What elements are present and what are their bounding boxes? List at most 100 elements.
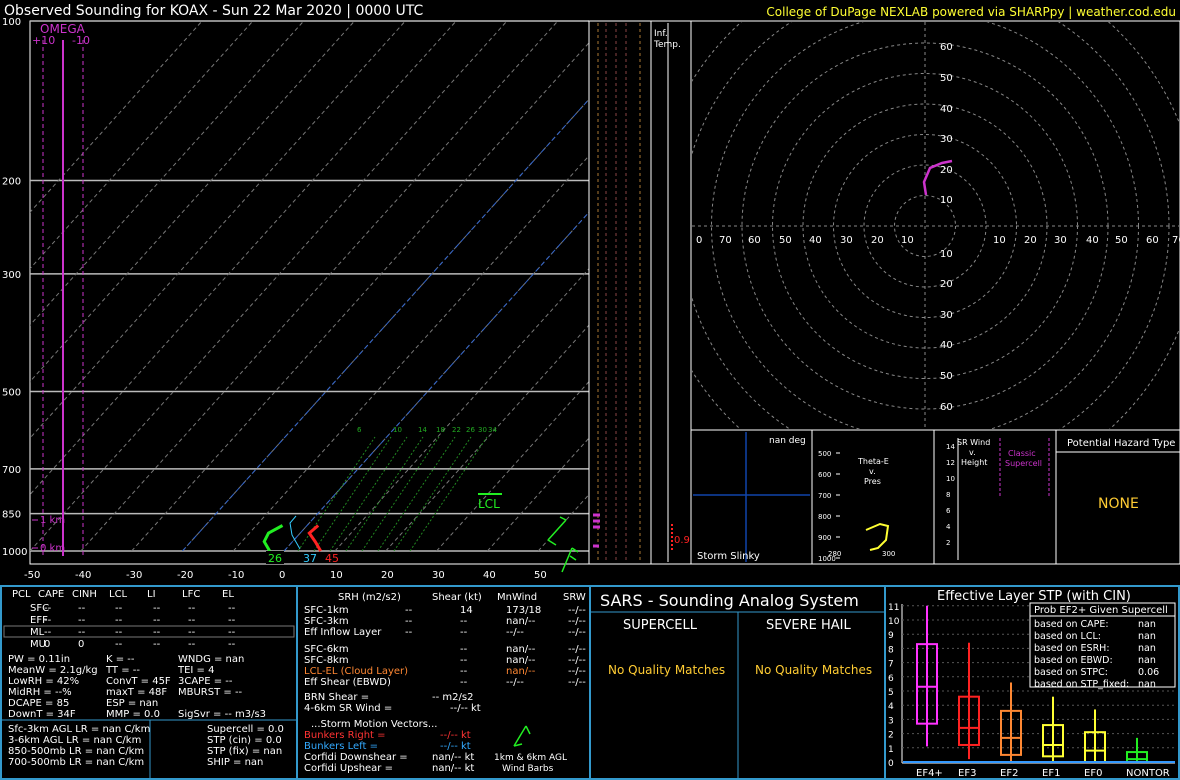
temp-tick: 30	[432, 570, 445, 581]
temp-tick: 0	[279, 570, 285, 581]
kin-header: SRH (m2/s2)	[338, 592, 401, 603]
kin-shear: --	[460, 627, 468, 638]
pressure-tick: 500	[2, 387, 21, 398]
temp-tick: -30	[126, 570, 142, 581]
stp-ytick: 7	[888, 660, 894, 670]
hodo-ring-label: 50	[940, 371, 953, 382]
lapse-param: STP (cin) = 0.0	[207, 735, 282, 746]
parcel-cell: --	[153, 627, 161, 638]
sars-hail: SEVERE HAIL	[766, 618, 851, 633]
thetae-tick: 800	[818, 513, 831, 521]
km0-label: 0 km	[40, 543, 65, 554]
mixing-ratio-line	[345, 436, 424, 551]
prob-label: based on CAPE:	[1034, 619, 1109, 630]
parcel-header: CINH	[72, 589, 97, 600]
srw-tick: 12	[946, 459, 955, 467]
kin-text: --/-- kt	[440, 730, 471, 741]
kin-srh: --	[405, 605, 413, 616]
stp-category: EF1	[1042, 768, 1060, 779]
srw-tick: 2	[946, 539, 950, 547]
hodo-ring-label: 20	[940, 279, 953, 290]
hazard-title: Potential Hazard Type	[1067, 438, 1175, 449]
prob-label: based on STPC:	[1034, 667, 1108, 678]
hodo-x-label: 60	[748, 235, 761, 246]
kin-mnwind: 173/18	[506, 605, 542, 616]
hodo-ring-label: 10	[940, 249, 953, 260]
hodo-ring-label: 20	[940, 165, 953, 176]
mixing-ratio-label: 30	[478, 426, 487, 434]
thetae-tick: 600	[818, 471, 831, 479]
hodo-ring-label: 40	[940, 340, 953, 351]
kin-layer: Eff Shear (EBWD)	[304, 677, 391, 688]
index-item: maxT = 48F	[106, 687, 168, 698]
stp-category: EF3	[958, 768, 976, 779]
mixing-ratio-label: 18	[436, 426, 445, 434]
freezing-isotherm	[283, 211, 589, 551]
skewt-frame	[29, 20, 590, 565]
mixing-ratio-label: 26	[466, 426, 475, 434]
wetbulb-profile	[289, 515, 301, 550]
sars-supercell: SUPERCELL	[623, 618, 698, 633]
kin-layer: SFC-3km	[304, 616, 349, 627]
hodo-x-label: 20	[871, 235, 884, 246]
pressure-tick: 200	[2, 177, 21, 188]
kin-shear: --	[460, 644, 468, 655]
kin-text: Corfidi Downshear =	[304, 752, 408, 763]
parcel-cell: --	[188, 639, 196, 650]
prob-rows: based on CAPE: nan based on LCL: nan based o…	[1034, 619, 1159, 690]
mixing-ratio-label: 22	[452, 426, 461, 434]
parcel-cell: --	[153, 603, 161, 614]
parcel-cell: --	[188, 615, 196, 626]
stp-ytick: 8	[888, 645, 894, 655]
dewpoint-profile	[262, 524, 284, 552]
hodo-ring-label: 30	[940, 310, 953, 321]
parcel-cell: --	[115, 639, 123, 650]
stp-category: EF0	[1084, 768, 1102, 779]
kin-shear: --	[460, 677, 468, 688]
skewt-labels: 10020030050070085010006 10 14 18 22 26 30 34-50…	[2, 17, 547, 581]
lapse-param: SHIP = nan	[207, 757, 264, 768]
stp-ytick: 6	[888, 674, 894, 684]
kin-text: --/-- kt	[440, 741, 471, 752]
stp-category: NONTOR	[1126, 768, 1170, 779]
sfc-temp-label: 45	[325, 552, 339, 565]
temp-tick: -40	[75, 570, 91, 581]
mixing-ratio-line	[329, 436, 408, 551]
prob-value: 0.06	[1138, 667, 1159, 678]
srw-tick: 10	[946, 475, 955, 483]
sfc-wetbulb-label: 37	[303, 552, 317, 565]
prob-label: based on EBWD:	[1034, 655, 1113, 666]
hazard-value: NONE	[1098, 496, 1139, 512]
temp-tick: -50	[24, 570, 40, 581]
parcel-cell: --	[228, 603, 236, 614]
index-item: ESP = nan	[106, 698, 159, 709]
index-item: WNDG = nan	[178, 654, 245, 665]
kin-shear: --	[460, 616, 468, 627]
isotherm	[30, 21, 355, 383]
kin-barbs-title: 1km & 6km AGL	[494, 753, 567, 763]
kin-mnwind: nan/--	[506, 644, 536, 655]
hodo-x-label: 50	[1115, 235, 1128, 246]
kin-text: Bunkers Right =	[304, 730, 386, 741]
srw-tick: 8	[946, 491, 950, 499]
isotherm	[436, 380, 589, 551]
index-item: MMP = 0.0	[106, 709, 160, 720]
kin-srw: --/--	[568, 627, 586, 638]
sounding-display: 10020030050070085010006 10 14 18 22 26 30 34-50…	[0, 17, 1180, 780]
temp-tick: 20	[381, 570, 394, 581]
thetae-title-1: Theta-E	[857, 457, 889, 466]
lapse-item: 3-6km AGL LR = nan C/km	[8, 735, 142, 746]
srwind-panel: 14 12 10 8 6 4 2	[946, 438, 959, 560]
kin-layer: Eff Inflow Layer	[304, 627, 382, 638]
kin-layer: SFC-8km	[304, 655, 349, 666]
srw-title-3: Height	[961, 458, 987, 467]
index-item: DCAPE = 85	[8, 698, 70, 709]
srw-tick: 14	[946, 443, 955, 451]
omega-minus-label: -10	[72, 34, 90, 47]
lapse-param: Supercell = 0.0	[207, 724, 284, 735]
mixing-ratio-label: 14	[418, 426, 427, 434]
inf-temp-lines	[593, 23, 673, 562]
lapse-item: 850-500mb LR = nan C/km	[8, 746, 145, 757]
parcel-cell: --	[188, 627, 196, 638]
prob-label: based on ESRH:	[1034, 643, 1110, 654]
